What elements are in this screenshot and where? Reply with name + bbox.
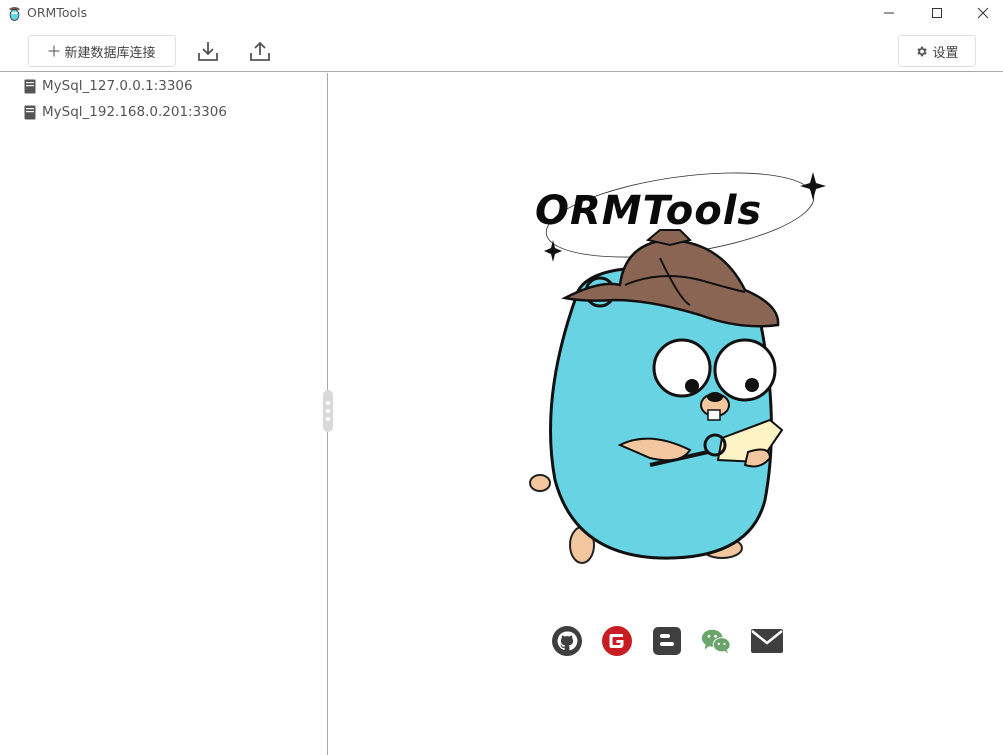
toolbar: 新建数据库连接 设置 <box>0 26 1003 72</box>
mail-icon[interactable] <box>751 625 783 657</box>
connection-label: MySql_192.168.0.201:3306 <box>42 104 227 120</box>
connection-item[interactable]: MySql_127.0.0.1:3306 <box>24 76 193 96</box>
connection-label: MySql_127.0.0.1:3306 <box>42 78 193 94</box>
new-connection-button[interactable]: 新建数据库连接 <box>28 35 176 67</box>
window-title: ORMTools <box>27 5 88 20</box>
minimize-button[interactable] <box>866 0 912 26</box>
minimize-icon <box>884 12 894 14</box>
settings-button[interactable]: 设置 <box>898 35 976 67</box>
close-button[interactable] <box>960 0 1003 26</box>
settings-label: 设置 <box>932 45 959 61</box>
maximize-button[interactable] <box>914 0 960 26</box>
gitee-icon[interactable] <box>601 625 633 657</box>
connection-item[interactable]: MySql_192.168.0.201:3306 <box>24 102 227 122</box>
connection-sidebar <box>0 73 328 755</box>
new-connection-label: 新建数据库连接 <box>64 45 156 61</box>
download-icon <box>198 42 218 61</box>
database-icon <box>24 105 36 119</box>
blogger-icon[interactable] <box>651 625 683 657</box>
gear-icon <box>917 46 928 56</box>
export-button[interactable] <box>245 36 275 66</box>
close-icon <box>977 7 989 19</box>
logo-title: ORMTools <box>535 188 763 234</box>
maximize-icon <box>932 8 942 18</box>
wechat-icon[interactable] <box>700 625 732 657</box>
title-bar: ORMTools <box>0 0 1003 26</box>
upload-icon <box>250 41 270 61</box>
database-icon <box>24 79 36 93</box>
app-logo-icon <box>9 7 20 21</box>
plus-icon <box>48 45 60 57</box>
import-button[interactable] <box>193 36 223 66</box>
github-icon[interactable] <box>551 625 583 657</box>
